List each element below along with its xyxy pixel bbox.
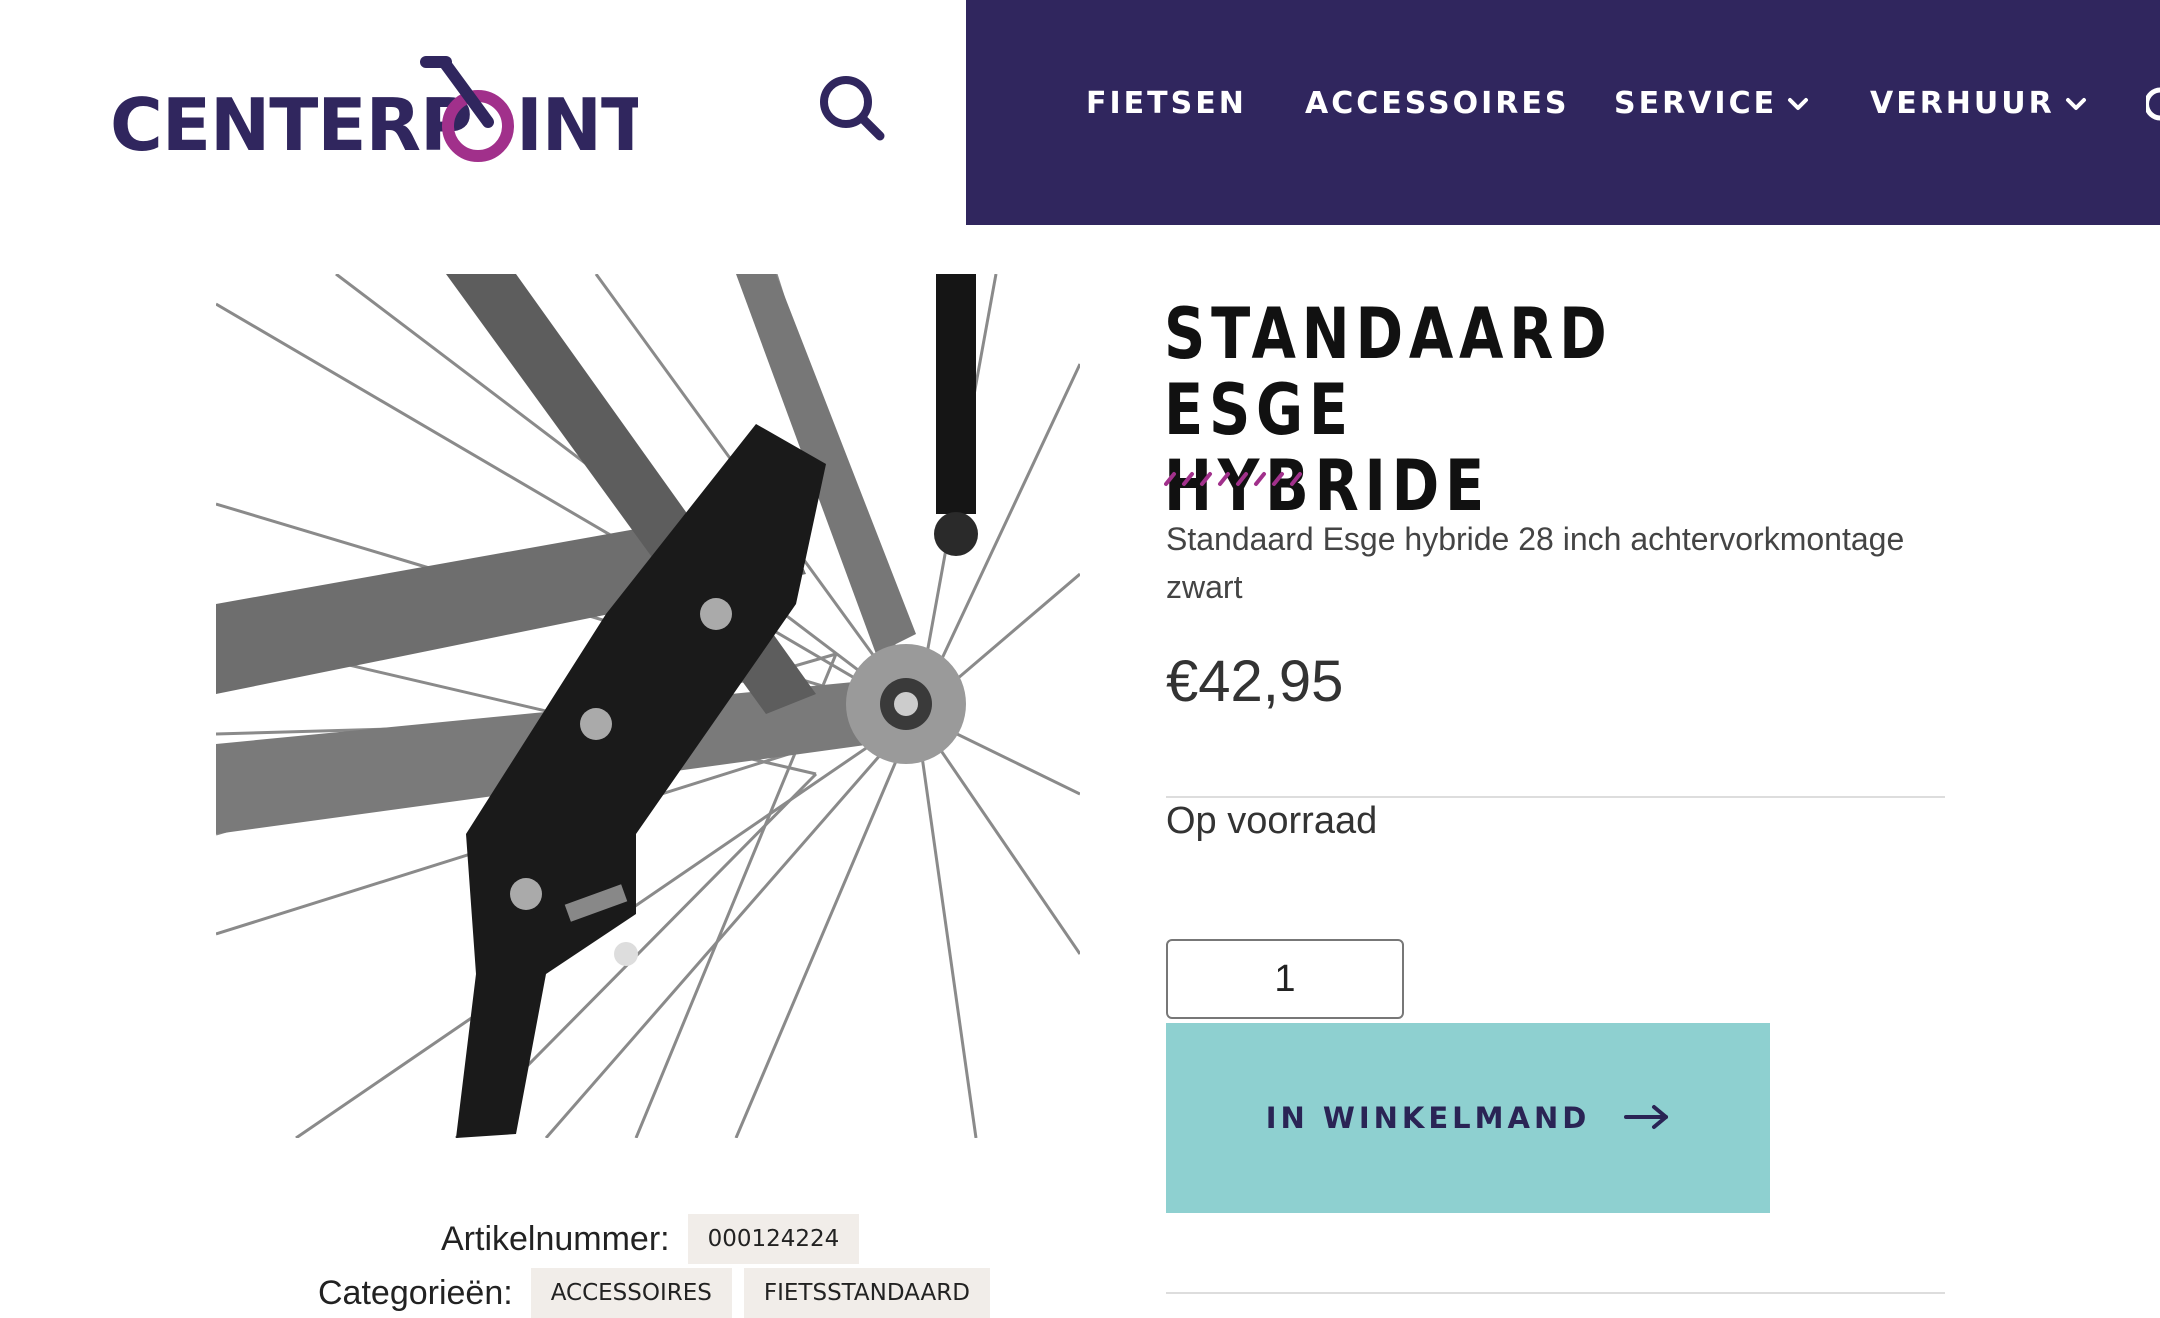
category-tag-accessoires[interactable]: ACCESSOIRES <box>530 1268 732 1318</box>
svg-text:CENTERP: CENTERP <box>110 83 472 165</box>
title-underline-ornament <box>1164 472 1302 486</box>
chevron-down-icon <box>1787 82 1809 122</box>
sku-label: Artikelnummer: <box>441 1219 670 1258</box>
site-logo[interactable]: CENTERP INT <box>108 50 638 165</box>
divider <box>1166 796 1945 798</box>
nav-item-verhuur[interactable]: VERHUUR <box>1870 84 2087 124</box>
search-button[interactable] <box>816 72 888 144</box>
quantity-input[interactable] <box>1166 939 1404 1019</box>
add-to-cart-label: IN WINKELMAND <box>1265 1101 1591 1135</box>
product-short-description: Standaard Esge hybride 28 inch achtervor… <box>1166 521 1905 605</box>
stock-status: Op voorraad <box>1166 800 1378 842</box>
kickstand-illustration <box>216 274 1080 1138</box>
nav-label: FIETSEN <box>1086 86 1247 121</box>
product-title-line: STANDAARD ESGE <box>1164 293 1613 451</box>
arrow-right-icon <box>1624 1104 1670 1133</box>
categories-label: Categorieën: <box>318 1273 513 1312</box>
nav-item-fietsen[interactable]: FIETSEN <box>1086 84 1247 124</box>
sku-row: Artikelnummer: 000124224 <box>441 1214 871 1264</box>
product-image[interactable] <box>216 274 1080 1138</box>
search-icon <box>820 76 885 141</box>
nav-item-service[interactable]: SERVICE <box>1614 84 1809 124</box>
nav-item-accessoires[interactable]: ACCESSOIRES <box>1305 84 1569 124</box>
product-price: €42,95 <box>1166 649 1344 714</box>
svg-text:INT: INT <box>516 83 638 165</box>
nav-overflow-glyph <box>2144 87 2160 121</box>
nav-item-overflow[interactable] <box>2144 84 2160 124</box>
main-navigation: FIETSEN ACCESSOIRES SERVICE VERHUUR <box>966 0 2160 225</box>
nav-label: VERHUUR <box>1870 86 2055 121</box>
sku-value: 000124224 <box>687 1214 860 1264</box>
nav-label: ACCESSOIRES <box>1305 86 1570 121</box>
category-tag-fietsstandaard[interactable]: FIETSSTANDAARD <box>743 1268 990 1318</box>
nav-label: SERVICE <box>1614 86 1778 121</box>
add-to-cart-button[interactable]: IN WINKELMAND <box>1166 1023 1770 1213</box>
divider <box>1166 1292 1945 1294</box>
categories-row: Categorieën: ACCESSOIRES FIETSSTANDAARD <box>318 1268 1002 1318</box>
chevron-down-icon <box>2065 82 2087 122</box>
product-title: STANDAARD ESGE HYBRIDE <box>1164 296 1738 524</box>
logo-graphic: CENTERP INT <box>110 56 638 165</box>
